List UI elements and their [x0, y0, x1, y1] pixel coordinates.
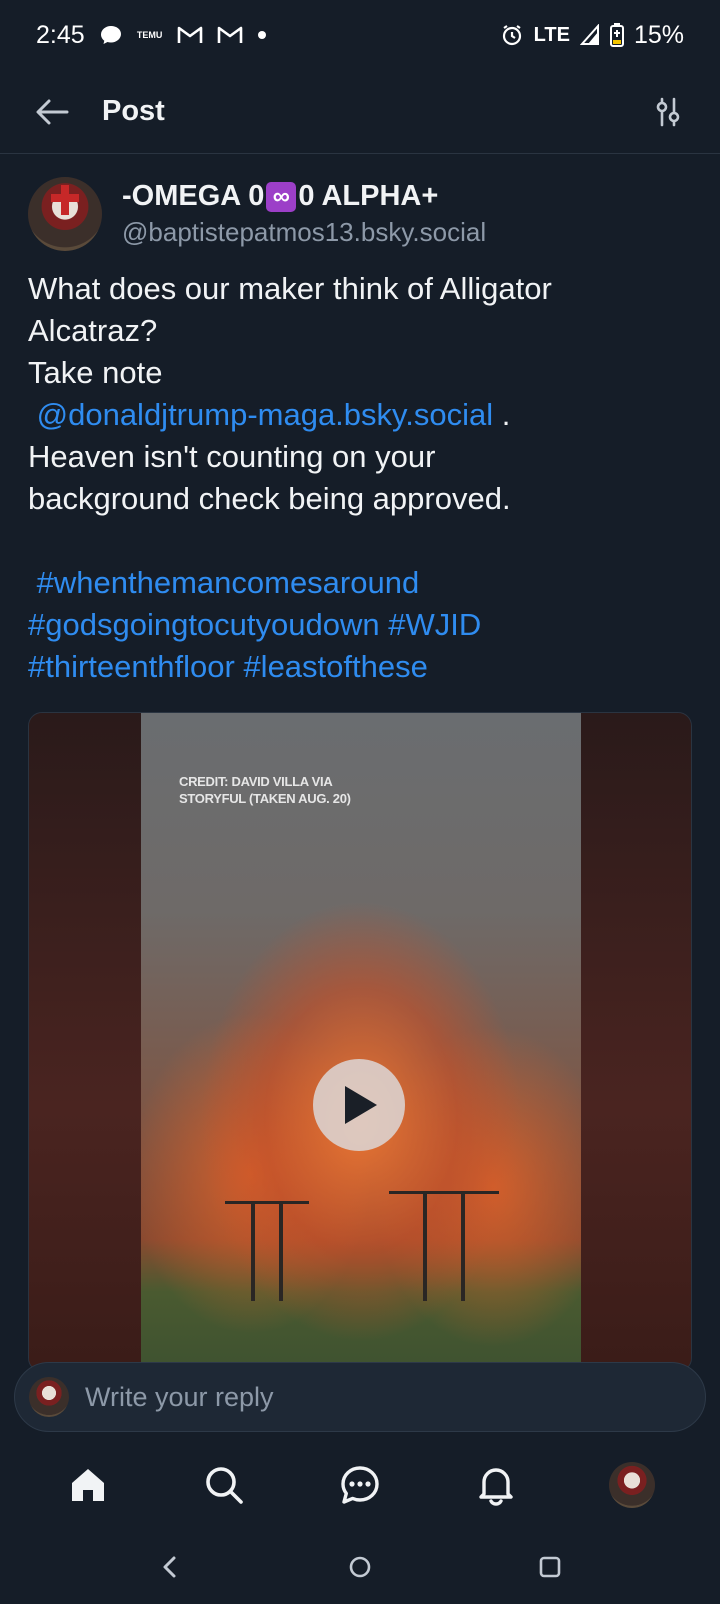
gmail-icon	[177, 25, 203, 45]
status-time: 2:45	[36, 20, 85, 49]
video-thumbnail	[141, 713, 581, 1371]
author-avatar[interactable]	[28, 177, 102, 251]
post-text-line: What does our maker think of Alligator	[28, 271, 552, 306]
chat-bubble-icon	[99, 23, 123, 47]
alarm-icon	[500, 23, 524, 47]
battery-icon	[609, 23, 624, 47]
video-blur-right	[579, 713, 691, 1371]
chat-icon	[341, 1466, 379, 1504]
back-button[interactable]	[30, 90, 74, 134]
post-text-line: @donaldjtrump-maga.bsky.social .	[28, 394, 692, 436]
signal-icon	[579, 24, 600, 46]
circle-home-icon	[349, 1556, 371, 1578]
nav-chat[interactable]	[330, 1455, 390, 1515]
more-notifications-dot-icon	[257, 30, 267, 40]
system-recents-button[interactable]	[530, 1547, 570, 1587]
mention-link[interactable]: @donaldjtrump-maga.bsky.social	[37, 397, 493, 432]
fence-beam	[389, 1191, 499, 1194]
nav-home[interactable]	[58, 1455, 118, 1515]
reply-input[interactable]: Write your reply	[85, 1382, 274, 1413]
hashtag-link[interactable]: #thirteenthfloor	[28, 649, 235, 684]
post-body: What does our maker think of Alligator A…	[28, 268, 692, 688]
author-handle[interactable]: @baptistepatmos13.bsky.social	[122, 217, 486, 248]
post-author[interactable]: -OMEGA 0 ∞ 0 ALPHA+ @baptistepatmos13.bs…	[28, 176, 692, 252]
bottom-navigation	[0, 1440, 720, 1530]
play-button[interactable]	[313, 1059, 405, 1151]
my-avatar	[29, 1377, 69, 1417]
post-text-line: #whenthemancomesaround	[28, 562, 692, 604]
home-icon	[72, 1469, 104, 1501]
hashtag-link[interactable]: #whenthemancomesaround	[37, 565, 420, 600]
thread-settings-button[interactable]	[646, 90, 690, 134]
post-text-line: #thirteenthfloor #leastofthese	[28, 646, 692, 688]
reply-composer[interactable]: Write your reply	[14, 1362, 706, 1432]
system-navigation	[0, 1530, 720, 1604]
page-title: Post	[102, 95, 165, 127]
mention-suffix: .	[493, 397, 511, 432]
sliders-icon	[656, 97, 680, 126]
display-name-part-1: -OMEGA 0	[122, 180, 265, 212]
hashtag-link[interactable]: #WJID	[388, 607, 481, 642]
video-blur-left	[29, 713, 141, 1371]
fence-pole	[423, 1191, 427, 1301]
post-text-line: background check being approved.	[28, 481, 511, 516]
nav-notifications[interactable]	[466, 1455, 526, 1515]
author-display-name[interactable]: -OMEGA 0 ∞ 0 ALPHA+	[122, 180, 486, 213]
temu-label: TEMU	[136, 29, 163, 40]
fence-pole	[279, 1201, 283, 1301]
gmail-icon-2	[217, 25, 243, 45]
fence-pole	[251, 1201, 255, 1301]
post-header: Post	[0, 70, 720, 154]
nav-profile[interactable]	[602, 1455, 662, 1515]
video-credit-line: CREDIT: DAVID VILLA VIA	[179, 774, 333, 789]
fence-pole	[461, 1191, 465, 1301]
video-embed[interactable]: CREDIT: DAVID VILLA VIA STORYFUL (TAKEN …	[28, 712, 692, 1372]
post-text-line: Take note	[28, 355, 163, 390]
hashtag-link[interactable]: #leastofthese	[243, 649, 427, 684]
fence-beam	[225, 1201, 309, 1204]
status-bar: 2:45 TEMU LTE 15%	[0, 0, 720, 70]
network-type: LTE	[533, 23, 570, 46]
hashtag-link[interactable]: #godsgoingtocutyoudown	[28, 607, 380, 642]
chevron-left-icon	[163, 1556, 176, 1578]
infinity-emoji-icon: ∞	[266, 181, 297, 212]
video-credit: CREDIT: DAVID VILLA VIA STORYFUL (TAKEN …	[179, 773, 419, 807]
video-credit-line: STORYFUL (TAKEN AUG. 20)	[179, 791, 351, 806]
temu-notification-icon: TEMU	[136, 29, 163, 40]
bell-icon	[479, 1468, 513, 1506]
battery-percent: 15%	[633, 20, 684, 49]
system-home-button[interactable]	[340, 1547, 380, 1587]
profile-avatar	[609, 1462, 655, 1508]
post-text-line: #godsgoingtocutyoudown #WJID	[28, 604, 692, 646]
post-text-line: Alcatraz?	[28, 313, 158, 348]
nav-search[interactable]	[194, 1455, 254, 1515]
arrow-left-icon	[36, 99, 69, 124]
search-icon	[206, 1467, 243, 1504]
square-recents-icon	[539, 1556, 561, 1578]
play-icon	[345, 1086, 377, 1124]
system-back-button[interactable]	[150, 1547, 190, 1587]
post-text-line: Heaven isn't counting on your	[28, 439, 436, 474]
display-name-part-2: 0 ALPHA+	[298, 180, 439, 212]
